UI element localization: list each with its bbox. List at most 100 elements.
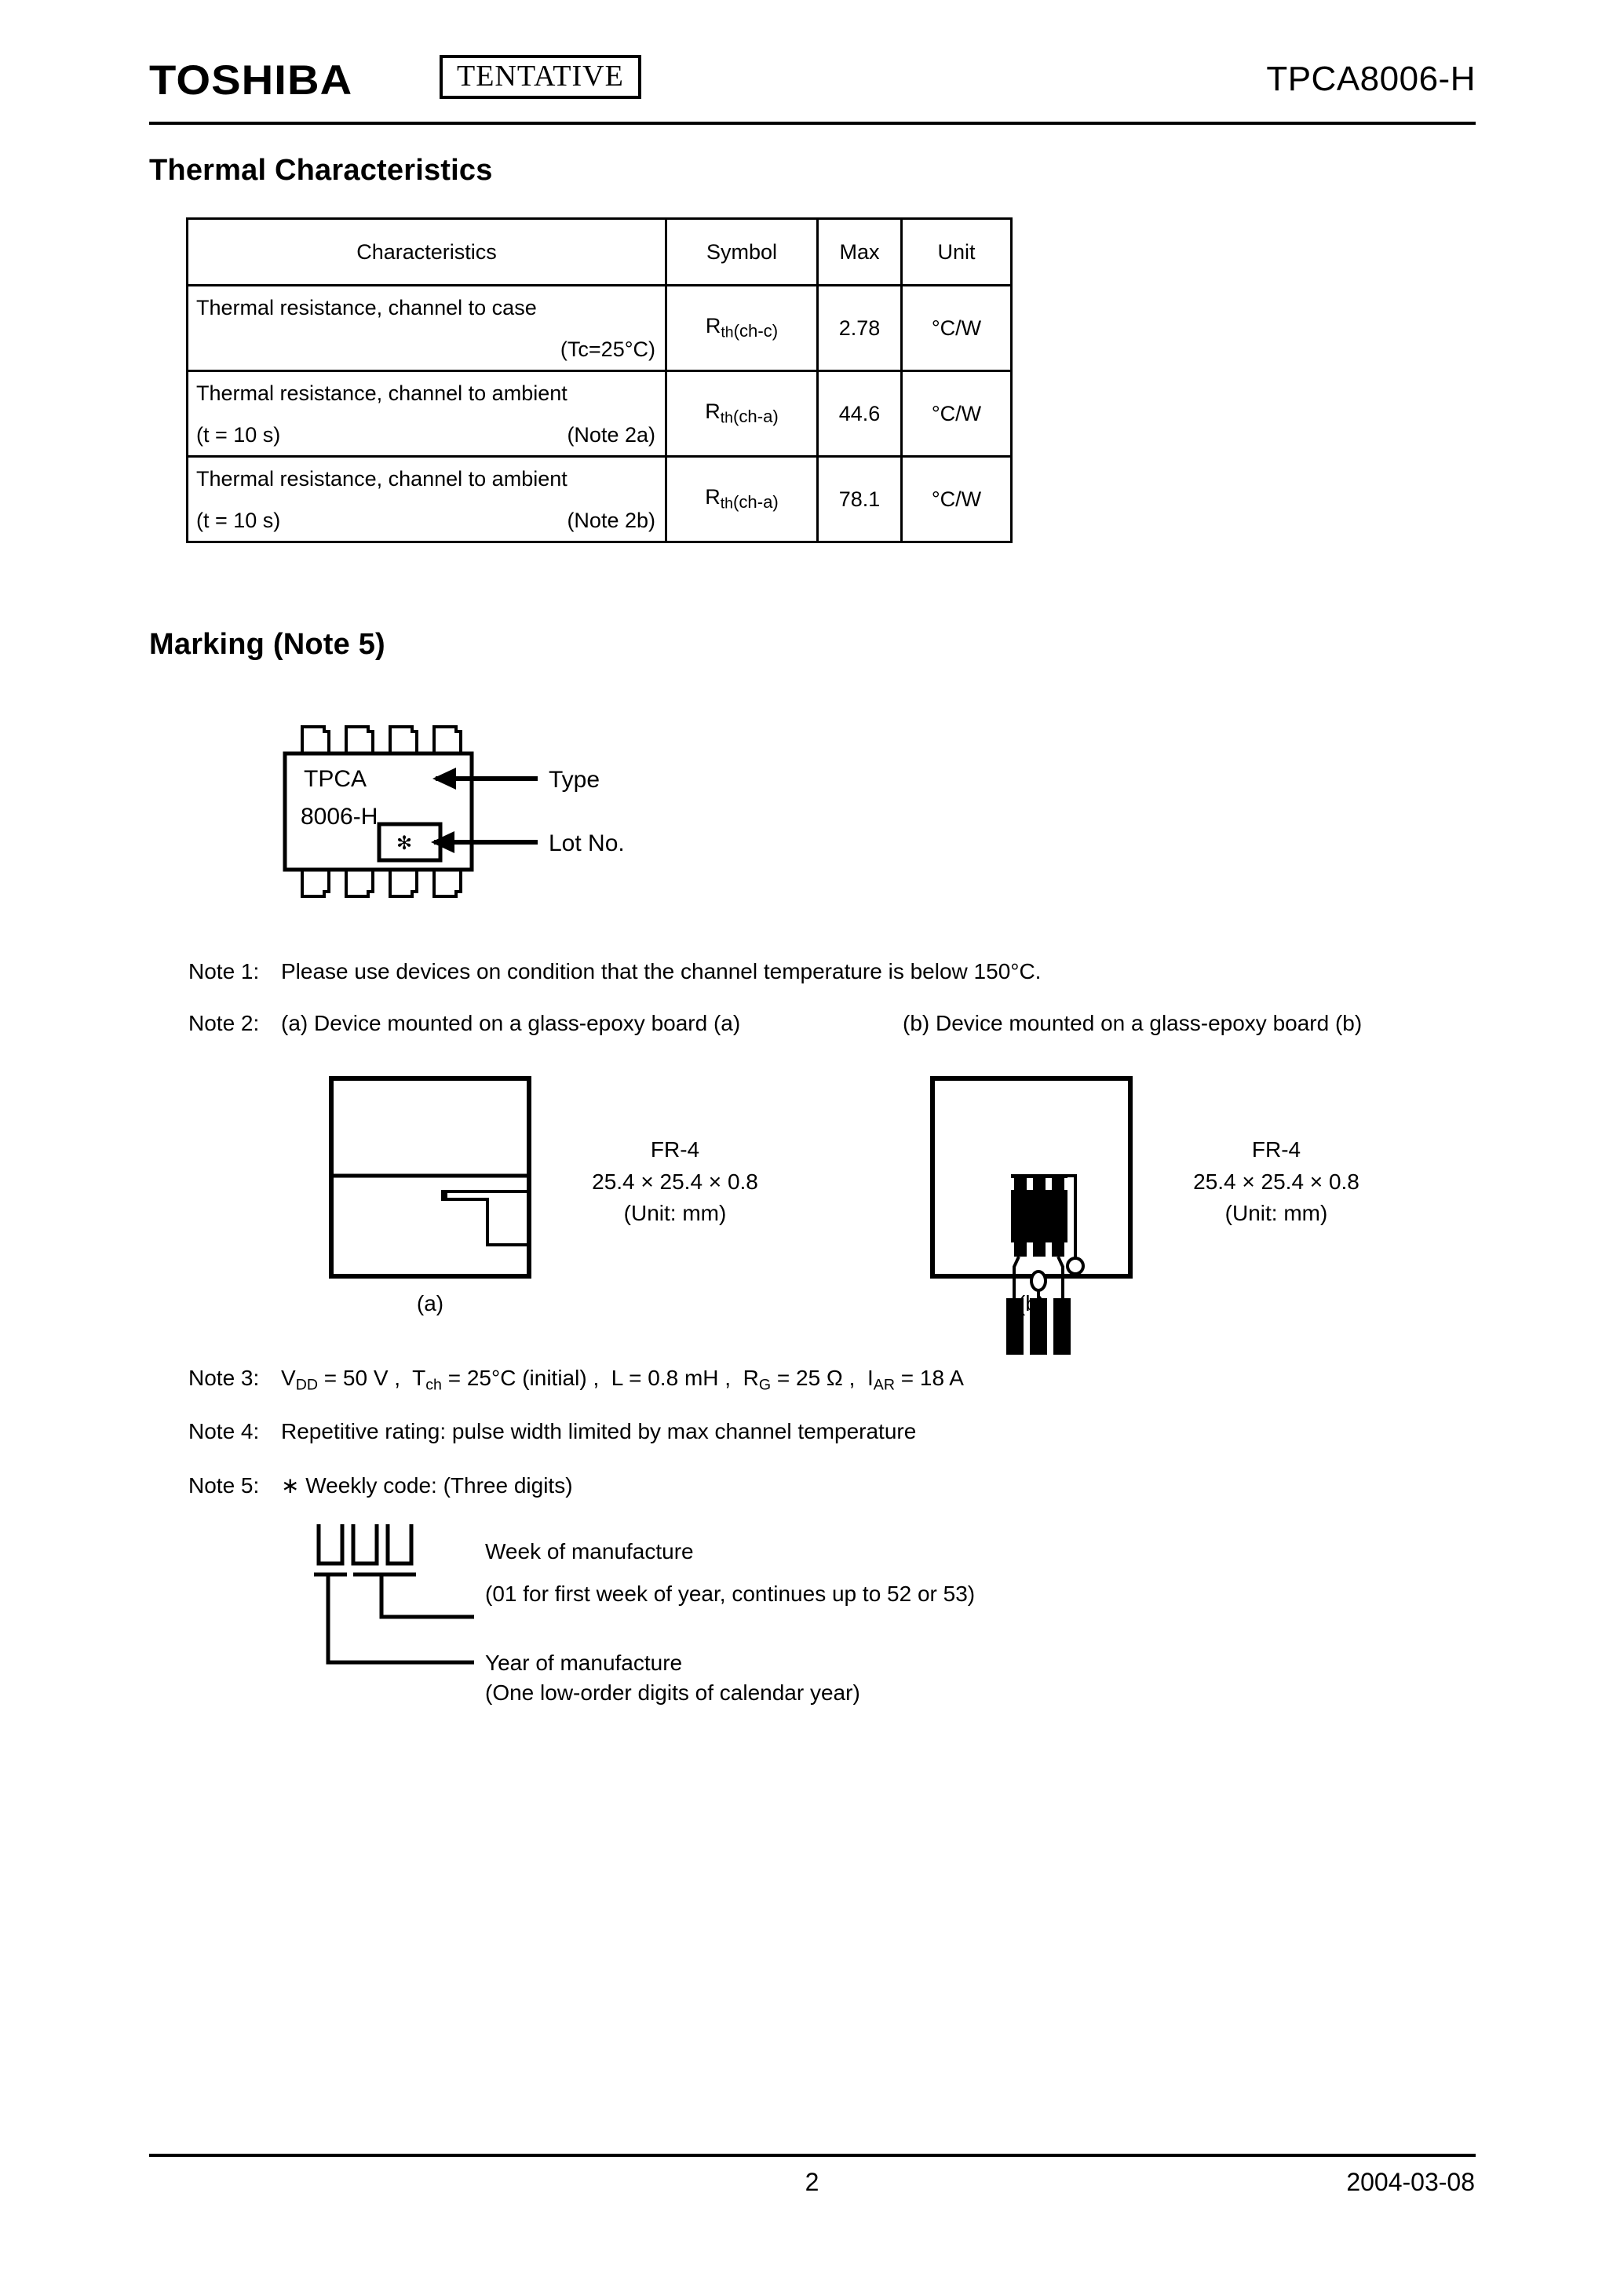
cell-symbol: Rth(ch-c) [665,284,819,372]
note-2-b: (b) Device mounted on a glass-epoxy boar… [903,1011,1362,1036]
cell-max: 2.78 [816,284,903,372]
symbol-paren: (ch-a) [732,492,779,513]
lot-number-glyph: ✻ [396,832,412,854]
board-a-dimensions: 25.4 × 25.4 × 0.8 [592,1169,758,1194]
weekly-code-diagram: Week of manufacture (01 for first week o… [312,1523,1254,1705]
part-number: TPCA8006-H [1266,60,1476,98]
board-b-spec: FR-4 25.4 × 25.4 × 0.8 (Unit: mm) [1151,1134,1402,1230]
thermal-characteristics-heading: Thermal Characteristics [149,154,493,187]
note-3-item: L = 0.8 mH , [611,1366,732,1390]
note-5: Note 5: ∗ Weekly code: (Three digits) [188,1472,573,1498]
characteristic-right-text: (Note 2b) [567,509,655,532]
note-5-label: Note 5: [188,1473,260,1498]
thermal-characteristics-table: Characteristics Symbol Max Unit Thermal … [186,217,1013,543]
weekly-code-week-title: Week of manufacture [485,1539,694,1563]
column-header-unit: Unit [900,217,1013,286]
table-header-row: Characteristics Symbol Max Unit [186,217,1013,286]
characteristic-left-text: (t = 10 s) [196,423,281,447]
weekly-code-leaders [314,1572,474,1665]
symbol-paren: (ch-a) [732,407,779,427]
cell-symbol: Rth(ch-a) [665,370,819,458]
package-top-pins [301,725,462,753]
package-marking-line2: 8006-H [301,804,378,830]
note-2-text-a: (a) Device mounted on a glass-epoxy boar… [281,1011,741,1035]
note-3-label: Note 3: [188,1366,260,1390]
tentative-stamp: TENTATIVE [440,55,641,99]
cell-characteristic: Thermal resistance, channel to ambient (… [186,370,667,458]
marking-diagram: TPCA 8006-H ✻ Type Lot No. [279,722,891,926]
note-3-item: Tch = 25°C (initial) , [412,1366,600,1394]
board-b-dimensions: 25.4 × 25.4 × 0.8 [1193,1169,1359,1194]
note-3-item: VDD = 50 V , [281,1366,401,1394]
weekly-code-digit-boxes [316,1524,414,1566]
note-1: Note 1: Please use devices on condition t… [188,959,1041,984]
note-4-label: Note 4: [188,1419,260,1443]
board-a-material: FR-4 [650,1137,700,1162]
table-row: Thermal resistance, channel to ambient (… [186,455,1013,543]
symbol-subscript: th [721,323,734,341]
document-date: 2004-03-08 [1346,2168,1475,2196]
characteristic-main-text: Thermal resistance, channel to ambient [196,467,567,491]
note-3-item: IAR = 18 A [867,1366,964,1394]
footer-divider [149,2154,1476,2157]
note-2-label: Note 2: [188,1011,260,1035]
header-divider [149,122,1476,125]
cell-characteristic: Thermal resistance, channel to case (Tc=… [186,284,667,372]
note-5-text: ∗ Weekly code: (Three digits) [281,1473,573,1498]
symbol-subscript: th [720,409,733,427]
board-a-spec: FR-4 25.4 × 25.4 × 0.8 (Unit: mm) [549,1134,801,1230]
column-header-max: Max [816,217,903,286]
symbol-base: R [705,314,721,338]
note-4: Note 4: Repetitive rating: pulse width li… [188,1419,916,1444]
marking-heading: Marking (Note 5) [149,628,385,662]
cell-symbol: Rth(ch-a) [665,455,819,543]
type-callout-label: Type [549,767,600,793]
cell-unit: °C/W [900,455,1013,543]
characteristic-right-text: (Tc=25°C) [560,338,655,361]
note-4-text: Repetitive rating: pulse width limited b… [281,1419,917,1443]
table-row: Thermal resistance, channel to ambient (… [186,370,1013,458]
cell-unit: °C/W [900,370,1013,458]
note-3-item: RG = 25 Ω , [743,1366,856,1394]
package-marking-line1: TPCA [304,766,367,792]
symbol-subscript: th [720,494,733,513]
datasheet-page: TOSHIBA TENTATIVE TPCA8006-H Thermal Cha… [0,0,1624,2295]
toshiba-logo: TOSHIBA [149,57,353,104]
column-header-characteristics: Characteristics [186,217,667,286]
board-figure-a [328,1075,532,1283]
board-b-caption: (b) [1017,1291,1046,1315]
board-a-unit-note: (Unit: mm) [623,1201,727,1226]
marking-heading-main: Marking [149,628,265,661]
symbol-base: R [705,400,721,424]
cell-max: 44.6 [816,370,903,458]
marking-heading-note: (Note 5) [272,628,385,661]
note-3: Note 3: VDD = 50 V , Tch = 25°C (initial)… [188,1366,964,1394]
cell-max: 78.1 [816,455,903,543]
cell-characteristic: Thermal resistance, channel to ambient (… [186,455,667,543]
weekly-code-year-title: Year of manufacture [485,1651,682,1675]
characteristic-main-text: Thermal resistance, channel to ambient [196,381,567,405]
cell-unit: °C/W [900,284,1013,372]
package-bottom-pins [301,870,462,898]
page-header: TOSHIBA TENTATIVE TPCA8006-H [149,38,1476,113]
column-header-symbol: Symbol [665,217,819,286]
note-2-text-b: (b) Device mounted on a glass-epoxy boar… [903,1011,1363,1035]
board-b-material: FR-4 [1251,1137,1301,1162]
table-row: Thermal resistance, channel to case (Tc=… [186,284,1013,372]
board-a-caption: (a) [416,1291,444,1315]
weekly-code-week-detail: (01 for first week of year, continues up… [485,1582,975,1606]
note-1-label: Note 1: [188,959,260,983]
characteristic-left-text: (t = 10 s) [196,509,281,532]
weekly-code-year-detail: (One low-order digits of calendar year) [485,1680,860,1705]
tentative-label: TENTATIVE [457,60,624,93]
symbol-base: R [705,485,721,509]
note-2: Note 2: (a) Device mounted on a glass-epo… [188,1011,740,1036]
lot-callout-label: Lot No. [549,830,625,856]
characteristic-right-text: (Note 2a) [567,423,655,447]
symbol-paren: (ch-c) [733,321,779,341]
note-3-expressions: VDD = 50 V , Tch = 25°C (initial) , L = … [281,1366,964,1394]
board-figure-b [929,1075,1133,1355]
board-b-unit-note: (Unit: mm) [1224,1201,1328,1226]
note-1-text: Please use devices on condition that the… [281,959,1042,983]
characteristic-main-text: Thermal resistance, channel to case [196,296,537,319]
